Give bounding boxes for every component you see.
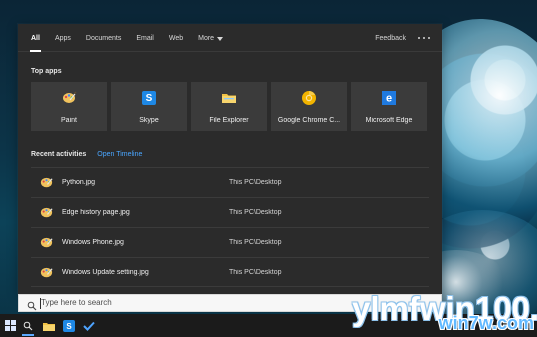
taskbar-skype[interactable]: S <box>59 314 79 337</box>
taskbar: S <box>0 314 537 337</box>
app-tile-paint[interactable]: Paint <box>31 82 107 131</box>
chevron-down-icon <box>217 36 224 41</box>
recent-item-edge-history[interactable]: Edge history page.jpg This PC\Desktop <box>31 197 429 227</box>
search-box[interactable]: Type here to search <box>18 294 442 312</box>
ellipsis-dot <box>418 37 420 39</box>
search-header-actions: Feedback <box>375 24 430 52</box>
taskbar-file-explorer[interactable] <box>39 314 59 337</box>
app-label-file-explorer: File Explorer <box>209 117 249 124</box>
recent-item-path: This PC\Desktop <box>229 209 282 216</box>
recent-item-name: Edge history page.jpg <box>62 209 130 216</box>
file-explorer-icon <box>221 90 237 106</box>
search-panel: All Apps Documents Email Web More Feedba… <box>18 24 442 294</box>
recent-item-name: Python.jpg <box>62 179 96 186</box>
tab-more[interactable]: More <box>198 34 224 42</box>
paint-icon <box>61 90 77 106</box>
svg-text:S: S <box>66 321 72 330</box>
tab-documents[interactable]: Documents <box>86 35 121 42</box>
recent-item-windows-phone[interactable]: Windows Phone.jpg This PC\Desktop <box>31 227 429 257</box>
app-tile-edge[interactable]: e Microsoft Edge <box>351 82 427 131</box>
tab-apps[interactable]: Apps <box>55 35 71 42</box>
windows-start-icon <box>4 320 16 331</box>
recent-item-python[interactable]: Python.jpg This PC\Desktop <box>31 167 429 197</box>
paint-file-icon <box>39 205 54 220</box>
recent-item-path: This PC\Desktop <box>229 239 282 246</box>
app-label-edge: Microsoft Edge <box>365 117 413 124</box>
recent-item-windows-update[interactable]: Windows Update setting.jpg This PC\Deskt… <box>31 257 429 287</box>
tab-web[interactable]: Web <box>169 35 183 42</box>
ellipsis-dot <box>423 37 425 39</box>
recent-item-path: This PC\Desktop <box>229 179 282 186</box>
recent-activities-list: Python.jpg This PC\Desktop Edge history … <box>31 167 429 287</box>
app-label-paint: Paint <box>61 117 77 124</box>
paint-file-icon <box>39 175 54 190</box>
search-icon <box>23 321 33 330</box>
svg-text:S: S <box>146 93 153 104</box>
recent-item-name: Windows Update setting.jpg <box>62 269 149 276</box>
app-label-skype: Skype <box>139 117 159 124</box>
svg-text:e: e <box>386 93 392 105</box>
search-icon <box>27 298 37 311</box>
recent-activities-header: Recent activities Open Timeline <box>31 151 142 158</box>
ellipsis-dot <box>428 37 430 39</box>
app-label-chrome: Google Chrome C... <box>277 117 341 124</box>
app-tile-chrome[interactable]: Google Chrome C... <box>271 82 347 131</box>
recent-activities-title: Recent activities <box>31 151 87 158</box>
recent-item-path: This PC\Desktop <box>229 269 282 276</box>
search-placeholder: Type here to search <box>41 298 112 307</box>
tab-all[interactable]: All <box>30 35 41 52</box>
chrome-icon <box>301 90 317 106</box>
edge-icon: e <box>381 90 397 106</box>
taskbar-todo[interactable] <box>79 314 99 337</box>
paint-file-icon <box>39 235 54 250</box>
file-explorer-icon <box>43 322 55 331</box>
recent-item-name: Windows Phone.jpg <box>62 239 124 246</box>
active-indicator <box>22 334 34 336</box>
tab-email[interactable]: Email <box>136 35 154 42</box>
open-timeline-link[interactable]: Open Timeline <box>97 151 142 158</box>
start-button[interactable] <box>0 314 20 337</box>
top-apps-grid: Paint S Skype File Explorer Google Chrom… <box>31 82 428 131</box>
skype-icon: S <box>141 90 157 106</box>
app-tile-skype[interactable]: S Skype <box>111 82 187 131</box>
skype-icon: S <box>63 319 75 332</box>
app-tile-file-explorer[interactable]: File Explorer <box>191 82 267 131</box>
search-tabs: All Apps Documents Email Web More <box>30 24 224 52</box>
desktop-background: All Apps Documents Email Web More Feedba… <box>0 0 537 337</box>
search-panel-header: All Apps Documents Email Web More Feedba… <box>18 24 442 52</box>
tab-more-label: More <box>198 34 215 42</box>
more-options-icon[interactable] <box>418 35 430 41</box>
feedback-link[interactable]: Feedback <box>375 35 406 42</box>
taskbar-search-button[interactable] <box>18 314 38 337</box>
paint-file-icon <box>39 265 54 280</box>
todo-icon <box>83 321 95 331</box>
top-apps-title: Top apps <box>31 68 62 75</box>
